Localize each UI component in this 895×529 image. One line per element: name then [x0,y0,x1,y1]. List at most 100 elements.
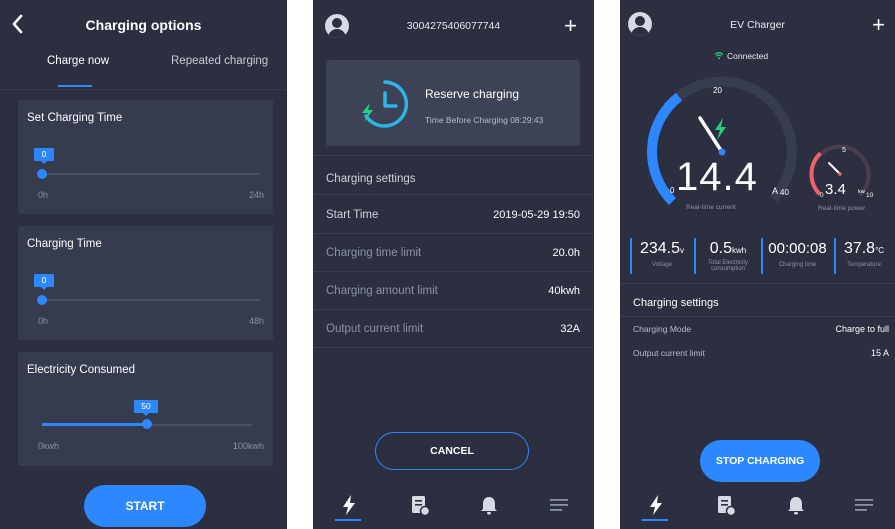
slider-thumb[interactable] [142,419,152,429]
menu-icon[interactable] [545,491,573,519]
slider-value-badge: 50 [134,400,158,416]
power-mid-label: 5 [842,147,846,154]
gauge-min-label: 0 [670,186,675,195]
page-title: EV Charger [730,19,785,31]
bottom-nav [620,483,895,529]
clock-bolt-icon [362,80,409,128]
metric-unit: v [680,246,685,255]
charging-options-screen: Charging options Charge now Repeated cha… [0,0,287,529]
metric-value-wrap: 234.5v [632,240,692,258]
wifi-icon [714,52,724,60]
row-value: 40kwh [548,285,580,297]
tab-charge-now[interactable]: Charge now [47,55,109,67]
slider-value-badge: 0 [34,148,54,164]
bolt-icon[interactable] [335,491,363,519]
active-nav-indicator [642,519,668,521]
menu-icon[interactable] [850,491,878,519]
metric-value: 37.8 [843,240,876,257]
stop-charging-button[interactable]: STOP CHARGING [700,440,820,482]
metric-label: Charging time [778,262,817,268]
bottom-nav [313,483,594,529]
start-button[interactable]: START [84,485,206,527]
power-min-label: 0 [820,192,824,199]
device-id-title: 3004275406077744 [406,20,501,32]
current-unit: A [772,186,779,196]
charging-time-limit-row[interactable]: Charging time limit 20.0h [313,234,594,272]
metric-value: 0.5 [709,240,732,257]
voltage-metric: 234.5v Voltage [630,238,692,274]
active-tab-indicator [58,85,92,87]
charging-mode-row[interactable]: Charging Mode Charge to full [620,318,895,342]
metric-value-wrap: 37.8°C [836,240,892,258]
section-title: Charging settings [633,297,719,309]
slider-thumb[interactable] [37,169,47,179]
current-value: 14.4 [676,155,758,199]
row-label: Output current limit [326,323,424,335]
header: Charging options [0,0,287,48]
section-header: Charging settings [313,155,594,195]
metric-unit: °C [875,246,885,255]
charging-amount-limit-row[interactable]: Charging amount limit 40kwh [313,272,594,310]
tab-bar: Charge now Repeated charging [0,48,287,90]
power-caption: Real-time power [818,205,866,212]
bell-icon[interactable] [475,491,503,519]
slider-min-label: 0kwh [38,441,60,451]
slider-track[interactable] [42,173,260,175]
slider-min-label: 0h [38,190,49,200]
slider-fill [42,423,147,426]
row-value: Charge to full [835,324,889,334]
row-value: 20.0h [552,247,580,259]
metric-value: 00:00:08 [768,240,827,257]
document-icon[interactable] [406,491,434,519]
power-max-label: 10 [866,192,874,199]
power-unit: kw [858,189,865,195]
card-title: Set Charging Time [27,112,123,124]
row-value: 32A [560,323,580,335]
slider-max-label: 48h [248,316,264,326]
power-gauge-fill [809,151,822,196]
output-current-limit-row[interactable]: Output current limit 15 A [620,342,895,366]
current-caption: Real-time current [686,204,736,211]
metric-label: Total Electricity consumption [707,260,748,272]
reserve-title: Reserve charging [425,87,520,101]
metric-label: Voltage [651,262,673,268]
start-time-row[interactable]: Start Time 2019-05-29 19:50 [313,196,594,234]
document-icon[interactable] [712,491,740,519]
bolt-icon [715,118,726,140]
metric-value-wrap: 00:00:08 [763,240,832,257]
slider-max-label: 24h [248,190,264,200]
slider-thumb[interactable] [37,295,47,305]
add-icon[interactable]: + [872,14,885,36]
slider-track[interactable] [42,299,260,301]
power-gauge-needle [828,162,841,175]
reserve-charging-screen: 3004275406077744 + Reserve charging Time… [313,0,594,529]
time-before-charging: Time Before Charging 08:29:43 [425,115,544,125]
power-value: 3.4 [825,181,846,198]
section-header: Charging settings [620,283,895,317]
gauge-max-label: 40 [780,188,789,197]
reserve-charging-card[interactable]: Reserve charging Time Before Charging 08… [326,60,580,146]
electricity-metric: 0.5kwh Total Electricity consumption [694,238,760,274]
metric-unit: kwh [732,246,747,255]
row-label: Start Time [326,209,379,221]
output-current-limit-row[interactable]: Output current limit 32A [313,310,594,348]
metric-value-wrap: 0.5kwh [696,240,760,258]
electricity-consumed-card: Electricity Consumed 50 0kwh 100kwh [18,352,273,466]
row-label: Output current limit [633,348,705,358]
charging-time-card: Charging Time 0 0h 48h [18,226,273,340]
temperature-metric: 37.8°C Temperature [834,238,892,274]
gauge-mid-label: 20 [713,86,722,95]
set-charging-time-card: Set Charging Time 0 0h 24h [18,100,273,214]
bolt-icon[interactable] [642,491,670,519]
metric-label: Temperature [847,262,881,268]
ev-charger-screen: EV Charger + Connected 20 0 40 14.4 A Re… [620,0,895,529]
slider-value-badge: 0 [34,274,54,290]
connection-status: Connected [727,51,769,61]
tab-repeated-charging[interactable]: Repeated charging [171,55,268,67]
slider-max-label: 100kwh [232,441,264,451]
bell-icon[interactable] [782,491,810,519]
add-icon[interactable]: + [564,15,577,37]
cancel-button[interactable]: CANCEL [375,432,529,470]
section-title: Charging settings [326,173,416,185]
active-nav-indicator [335,519,361,521]
